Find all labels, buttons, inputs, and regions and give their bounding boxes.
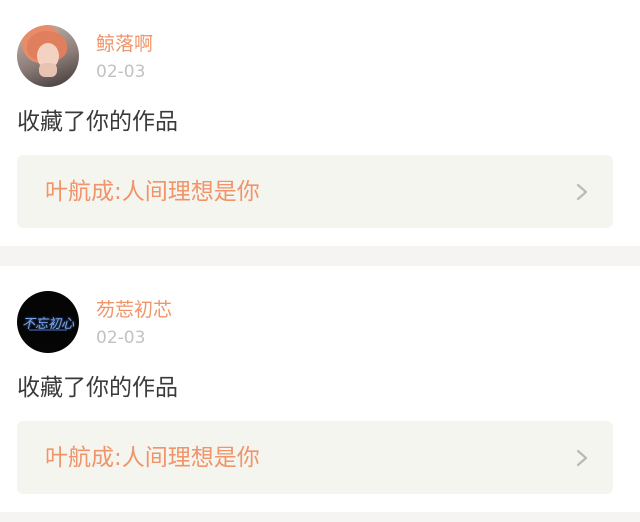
chevron-right-icon — [576, 183, 588, 201]
work-title: 叶航成:人间理想是你 — [45, 179, 260, 205]
card-separator — [0, 512, 640, 522]
work-link-card[interactable]: 叶航成:人间理想是你 — [17, 155, 613, 228]
notification-message: 收藏了你的作品 — [17, 109, 178, 135]
user-avatar[interactable] — [17, 25, 79, 87]
avatar-logo-underline — [29, 329, 67, 331]
chevron-right-icon — [576, 449, 588, 467]
notification-feed: 鲸落啊 02-03 收藏了你的作品 叶航成:人间理想是你 不忘初心 芴莣初芯 0… — [0, 0, 640, 522]
notification-message: 收藏了你的作品 — [17, 375, 178, 401]
notification-card: 鲸落啊 02-03 收藏了你的作品 叶航成:人间理想是你 — [0, 0, 640, 246]
user-avatar[interactable]: 不忘初心 — [17, 291, 79, 353]
work-link-card[interactable]: 叶航成:人间理想是你 — [17, 421, 613, 494]
work-title: 叶航成:人间理想是你 — [45, 445, 260, 471]
notification-card: 不忘初心 芴莣初芯 02-03 收藏了你的作品 叶航成:人间理想是你 — [0, 266, 640, 512]
notification-date: 02-03 — [96, 62, 146, 82]
username-link[interactable]: 芴莣初芯 — [96, 298, 172, 322]
card-separator — [0, 246, 640, 266]
notification-date: 02-03 — [96, 328, 146, 348]
username-link[interactable]: 鲸落啊 — [96, 32, 153, 56]
avatar-hand-shape — [39, 63, 57, 77]
